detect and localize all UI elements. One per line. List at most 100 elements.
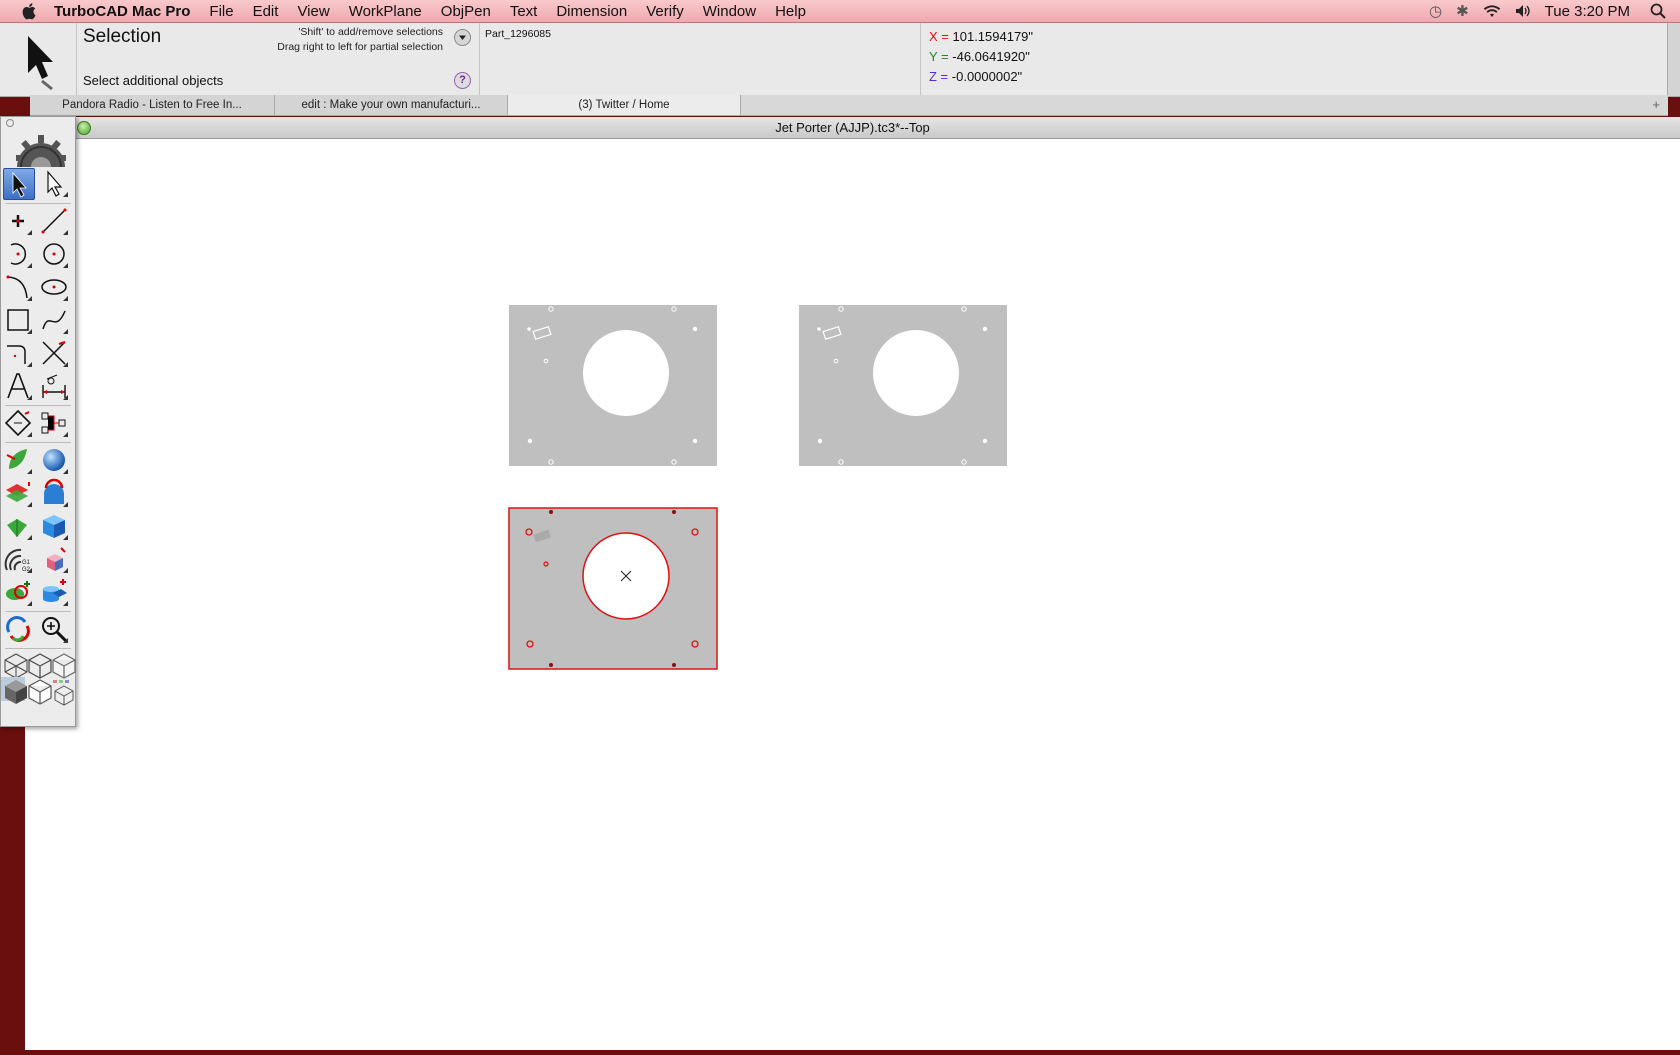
tool-name: Selection	[83, 26, 162, 47]
coordinate-readout: X = 101.1594179" Y = -46.0641920" Z = -0…	[920, 23, 1541, 96]
flyout-indicator-icon	[27, 362, 32, 367]
palette-divider	[5, 203, 71, 204]
app-menu[interactable]: TurboCAD Mac Pro	[54, 3, 190, 20]
flyout-indicator-icon	[63, 329, 68, 334]
flyout-indicator-icon	[63, 395, 68, 400]
menu-help[interactable]: Help	[775, 3, 806, 20]
window-zoom-button[interactable]	[77, 121, 91, 135]
spotlight-search-icon[interactable]	[1650, 3, 1666, 19]
curve-tool-button[interactable]	[3, 272, 33, 302]
gear-icon[interactable]	[13, 129, 69, 167]
multi-shell-tool-button[interactable]: G1 G2	[3, 544, 33, 574]
part-plate[interactable]	[799, 305, 1007, 466]
loft-tool-button[interactable]	[3, 511, 33, 541]
sphere-tool-button[interactable]	[39, 445, 69, 475]
new-tab-icon[interactable]: +	[1652, 97, 1660, 112]
view-shaded-button[interactable]	[1, 677, 27, 704]
extrude-tool-button[interactable]	[3, 478, 33, 508]
rectangle-tool-button[interactable]	[3, 305, 33, 335]
infobar-scrollbar[interactable]	[1667, 23, 1680, 96]
browser-tab-strip: Pandora Radio - Listen to Free In... edi…	[30, 95, 1668, 116]
trim-tool-button[interactable]	[39, 338, 69, 368]
flyout-indicator-icon	[27, 329, 32, 334]
view-wireframe-button[interactable]	[1, 651, 28, 679]
flyout-indicator-icon	[27, 502, 32, 507]
selected-part-plate[interactable]	[508, 507, 718, 670]
palette-divider	[5, 648, 71, 649]
view-hidden-line-button[interactable]	[25, 651, 52, 679]
revolve-tool-button[interactable]	[39, 478, 69, 508]
flyout-indicator-icon	[27, 432, 32, 437]
help-button[interactable]: ?	[454, 72, 471, 89]
text-tool-button[interactable]	[3, 371, 33, 401]
menu-workplane[interactable]: WorkPlane	[349, 3, 422, 20]
coord-x-label: X =	[929, 29, 949, 44]
surface-tool-button[interactable]	[3, 445, 33, 475]
coord-z-value[interactable]: -0.0000002"	[952, 69, 1022, 84]
menu-window[interactable]: Window	[703, 3, 756, 20]
coord-y-label: Y =	[929, 49, 949, 64]
transform-tool-button[interactable]	[3, 408, 33, 438]
view-outline-button[interactable]	[49, 651, 76, 679]
ellipse-tool-button[interactable]	[39, 272, 69, 302]
tool-hint-shift: 'Shift' to add/remove selections	[298, 26, 443, 38]
line-tool-button[interactable]	[39, 206, 69, 236]
dimension-tool-button[interactable]	[39, 371, 69, 401]
coord-x-value[interactable]: 101.1594179"	[953, 29, 1034, 44]
flyout-indicator-icon	[27, 395, 32, 400]
options-dropdown-button[interactable]	[454, 29, 471, 46]
menu-objpen[interactable]: ObjPen	[441, 3, 491, 20]
bluetooth-icon[interactable]: ✱	[1456, 2, 1469, 20]
browser-tab-twitter[interactable]: (3) Twitter / Home	[508, 95, 741, 115]
drawing-window-titlebar: Jet Porter (AJJP).tc3*--Top	[25, 117, 1680, 139]
tool-options-panel: Selection 'Shift' to add/remove selectio…	[76, 23, 480, 96]
flyout-indicator-icon	[63, 535, 68, 540]
drawing-title: Jet Porter (AJJP).tc3*--Top	[775, 120, 930, 135]
view-render-button[interactable]	[49, 677, 74, 706]
render-cube-icon	[53, 680, 74, 706]
view-shaded-edges-button[interactable]	[25, 677, 52, 705]
copy-array-tool-button[interactable]	[39, 408, 69, 438]
part-tree-tool-button[interactable]	[39, 544, 69, 574]
drawing-canvas[interactable]	[25, 139, 1680, 1050]
circle-tool-button[interactable]	[39, 239, 69, 269]
select-tool-button[interactable]	[3, 168, 35, 200]
volume-icon[interactable]	[1515, 4, 1531, 18]
select-arrow-icon	[12, 171, 27, 198]
apple-menu-icon[interactable]	[20, 1, 40, 21]
fillet-tool-button[interactable]	[3, 338, 33, 368]
part-plate[interactable]	[509, 305, 717, 466]
menu-dimension[interactable]: Dimension	[556, 3, 627, 20]
zoom-tool-button[interactable]	[39, 614, 69, 644]
menu-verify[interactable]: Verify	[646, 3, 684, 20]
menu-text[interactable]: Text	[510, 3, 538, 20]
menu-view[interactable]: View	[297, 3, 329, 20]
direct-select-tool-button[interactable]	[39, 168, 69, 198]
menu-edit[interactable]: Edit	[253, 3, 279, 20]
menu-bar: TurboCAD Mac Pro File Edit View WorkPlan…	[0, 0, 1680, 23]
time-machine-icon[interactable]: ◷	[1429, 2, 1442, 20]
palette-close-button[interactable]	[6, 119, 14, 127]
browser-tab-edit[interactable]: edit : Make your own manufacturi...	[275, 95, 508, 115]
menu-clock[interactable]: Tue 3:20 PM	[1545, 3, 1630, 20]
flyout-indicator-icon	[27, 469, 32, 474]
flyout-indicator-icon	[27, 263, 32, 268]
flyout-indicator-icon	[27, 230, 32, 235]
wifi-icon[interactable]	[1483, 4, 1501, 18]
spline-tool-button[interactable]	[39, 305, 69, 335]
tool-hint-drag: Drag right to left for partial selection	[277, 41, 443, 53]
orbit-arrows-icon	[6, 616, 30, 642]
orbit-tool-button[interactable]	[3, 614, 33, 644]
coord-z-label: Z =	[929, 69, 949, 84]
flyout-indicator-icon	[27, 601, 32, 606]
arc-tool-button[interactable]	[3, 239, 33, 269]
flyout-indicator-icon	[63, 230, 68, 235]
solid-add-tool-button[interactable]	[39, 577, 69, 607]
menu-file[interactable]: File	[209, 3, 233, 20]
flyout-indicator-icon	[27, 535, 32, 540]
box-tool-button[interactable]	[39, 511, 69, 541]
boolean-tool-button[interactable]	[3, 577, 33, 607]
browser-tab-pandora[interactable]: Pandora Radio - Listen to Free In...	[30, 95, 275, 115]
coord-y-value[interactable]: -46.0641920"	[952, 49, 1030, 64]
point-tool-button[interactable]	[3, 206, 33, 236]
